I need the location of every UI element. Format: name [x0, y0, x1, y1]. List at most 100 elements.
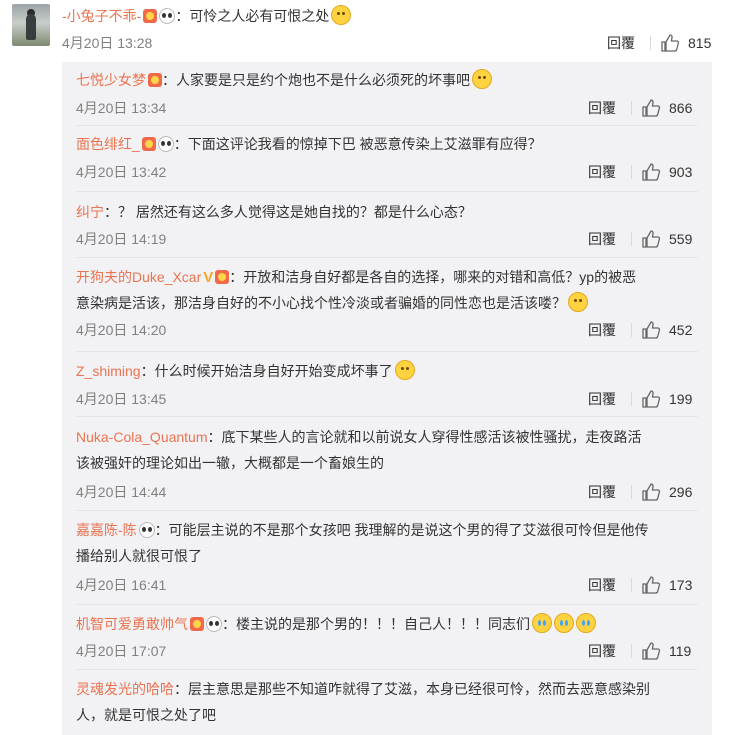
username-link[interactable]: 机智可爱勇敢帅气: [76, 616, 188, 632]
vip-badge-icon: [215, 270, 230, 284]
panda-badge-icon: [159, 8, 176, 24]
username-link[interactable]: 开狗夫的Duke_Xcar: [76, 269, 201, 285]
username-link[interactable]: 面色绯红_: [76, 136, 140, 152]
vip-badge-icon: [190, 617, 204, 631]
like-count: 173: [669, 577, 693, 593]
comment-text: ：可怜之人必有可恨之处: [175, 8, 330, 24]
like-button[interactable]: 866: [641, 98, 701, 118]
reply-button[interactable]: 回覆: [588, 389, 616, 409]
emoji-icon: [568, 292, 588, 312]
row-divider: [76, 125, 698, 126]
divider: [631, 323, 632, 337]
like-button[interactable]: 173: [641, 575, 701, 595]
username-link[interactable]: Z_shiming: [76, 363, 141, 379]
row-divider: [76, 669, 698, 670]
divider: [631, 644, 632, 658]
timestamp: 4月20日 13:42: [76, 164, 167, 180]
like-count: 296: [669, 484, 693, 500]
like-count: 815: [688, 35, 712, 51]
panda-badge-icon: [157, 136, 174, 152]
row-divider: [76, 351, 698, 352]
reply-content: ：？ 居然还有这么多人觉得这是她自找的？都是什么心态？: [104, 204, 472, 220]
like-count: 119: [669, 643, 692, 659]
reply-content: ：底下某些人的言论就和以前说女人穿得性感活该被性骚扰，走夜路活: [207, 429, 642, 445]
panda-badge-icon: [138, 522, 155, 538]
replies-panel: 七悦少女梦 ：人家要是只是约个炮也不是什么必须死的坏事吧 4月20日 13:34 …: [62, 62, 712, 735]
emoji-icon: [554, 613, 574, 633]
username-link[interactable]: 纠宁: [76, 204, 104, 220]
divider: [631, 232, 632, 246]
reply-text: 纠宁：？ 居然还有这么多人觉得这是她自找的？都是什么心态？: [76, 199, 698, 225]
reply-button[interactable]: 回覆: [588, 98, 616, 118]
thumbs-up-icon: [642, 99, 661, 117]
thumbs-up-icon: [661, 34, 680, 52]
reply-content: ：层主意思是那些不知道咋就得了艾滋，本身已经很可怜，然而去恶意感染别: [174, 681, 650, 697]
username-link[interactable]: 嘉嘉陈-陈: [76, 522, 137, 538]
row-divider: [76, 604, 698, 605]
divider: [631, 485, 632, 499]
reply-button[interactable]: 回覆: [588, 162, 616, 182]
like-count: 866: [669, 100, 693, 116]
like-button[interactable]: 296: [641, 482, 701, 502]
emoji-icon: [576, 613, 596, 633]
avatar[interactable]: [12, 4, 50, 46]
like-count: 559: [669, 231, 693, 247]
divider: [631, 392, 632, 406]
comment-line: -小兔子不乖- ：可怜之人必有可恨之处: [62, 5, 352, 27]
reply-button[interactable]: 回覆: [588, 320, 616, 340]
like-button[interactable]: 559: [641, 229, 701, 249]
timestamp: 4月20日 17:07: [76, 643, 167, 659]
panda-badge-icon: [206, 616, 222, 632]
reply-content-line2: 该被强奸的理论如出一辙，大概都是一个畜娘生的: [76, 455, 384, 471]
reply-button[interactable]: 回覆: [588, 482, 616, 502]
like-button[interactable]: 815: [660, 33, 720, 53]
timestamp: 4月20日 13:34: [76, 100, 167, 116]
emoji-icon: [331, 5, 352, 25]
reply-content: ：什么时候开始洁身自好开始变成坏事了: [140, 363, 393, 379]
divider: [631, 578, 632, 592]
username-link[interactable]: Nuka-Cola_Quantum: [76, 429, 208, 445]
timestamp: 4月20日 14:20: [76, 322, 167, 338]
reply-text: Z_shiming：什么时候开始洁身自好开始变成坏事了: [76, 358, 698, 384]
reply-content-line2: 人，就是可恨之处了吧: [76, 707, 216, 723]
like-button[interactable]: 903: [641, 162, 701, 182]
thumbs-up-icon: [642, 390, 661, 408]
timestamp: 4月20日 14:19: [76, 231, 167, 247]
reply-text: 七悦少女梦 ：人家要是只是约个炮也不是什么必须死的坏事吧: [76, 67, 698, 93]
verified-v-icon: V: [203, 269, 214, 286]
username-link[interactable]: 七悦少女梦: [76, 72, 146, 88]
thumbs-up-icon: [642, 483, 661, 501]
reply-content-line2: 播给别人就很可恨了: [76, 548, 202, 564]
reply-text: 嘉嘉陈-陈 ：可能层主说的不是那个女孩吧 我理解的是说这个男的得了艾滋很可怜但是他…: [76, 517, 698, 569]
divider: [650, 36, 651, 50]
divider: [631, 165, 632, 179]
row-divider: [76, 191, 698, 192]
reply-text: 机智可爱勇敢帅气 ：楼主说的是那个男的！！！自己人！！！同志们: [76, 611, 698, 637]
like-button[interactable]: 452: [641, 320, 701, 340]
row-divider: [76, 257, 698, 258]
vip-badge-icon: [148, 73, 162, 87]
timestamp: 4月20日 13:28: [62, 35, 153, 51]
emoji-icon: [472, 69, 492, 89]
reply-button[interactable]: 回覆: [588, 229, 616, 249]
reply-button[interactable]: 回覆: [588, 641, 616, 661]
like-button[interactable]: 199: [641, 389, 701, 409]
like-button[interactable]: 119: [641, 641, 701, 661]
reply-text: Nuka-Cola_Quantum：底下某些人的言论就和以前说女人穿得性感活该被…: [76, 424, 698, 476]
reply-text: 开狗夫的Duke_Xcar V ：开放和洁身自好都是各自的选择，哪来的对错和高低？y…: [76, 264, 698, 316]
username-link[interactable]: 灵魂发光的哈哈: [76, 681, 174, 697]
reply-text: 面色绯红_ ：下面这评论我看的惊掉下巴 被恶意传染上艾滋罪有应得？: [76, 131, 698, 157]
row-divider: [76, 416, 698, 417]
username-link[interactable]: -小兔子不乖-: [62, 8, 141, 24]
timestamp: 4月20日 16:41: [76, 577, 167, 593]
emoji-icon: [532, 613, 552, 633]
like-count: 199: [669, 391, 693, 407]
thumbs-up-icon: [642, 576, 661, 594]
reply-content: ：开放和洁身自好都是各自的选择，哪来的对错和高低？yp的被恶: [229, 269, 637, 285]
reply-button[interactable]: 回覆: [607, 33, 635, 53]
like-count: 903: [669, 164, 693, 180]
thumbs-up-icon: [642, 321, 661, 339]
vip-badge-icon: [141, 137, 156, 151]
reply-button[interactable]: 回覆: [588, 575, 616, 595]
reply-text: 灵魂发光的哈哈：层主意思是那些不知道咋就得了艾滋，本身已经很可怜，然而去恶意感染…: [76, 676, 698, 728]
